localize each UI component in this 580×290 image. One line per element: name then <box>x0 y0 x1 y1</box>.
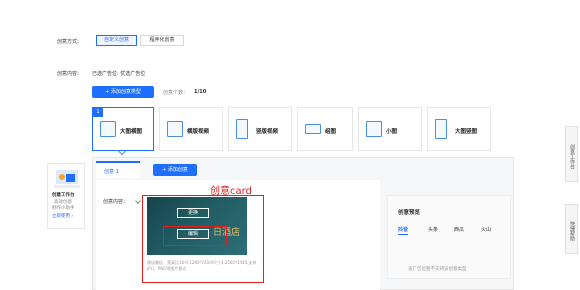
preview-tab-toutiao[interactable]: 头条 <box>428 226 438 233</box>
side-tab-workbench[interactable]: 创意工作台 <box>565 126 578 182</box>
type-card-small[interactable]: 小图 <box>358 107 422 151</box>
type-label: 小图 <box>386 129 398 135</box>
tab-label: 创意 1 <box>104 169 119 175</box>
preview-message: 该广告位暂不支持该创意类型 <box>408 267 467 272</box>
assistant-illustration <box>54 170 80 188</box>
count-label: 创意个数： <box>163 90 189 96</box>
type-card-large-horizontal[interactable]: 1 大图横图 <box>92 107 154 156</box>
add-creative-button[interactable]: + 添加创意 <box>153 164 197 176</box>
assistant-card[interactable]: 创意工作台 高效创意 制作小助手 立即使用 › <box>47 163 85 229</box>
mode-label: 创意方式： <box>57 39 83 45</box>
side-tab-workbench-label: 创意工作台 <box>569 143 575 169</box>
preview-tab-huoshan[interactable]: 火山 <box>481 226 491 233</box>
image-group-icon <box>305 124 321 134</box>
image-landscape-icon <box>100 121 116 137</box>
type-card-large-vertical[interactable]: 大图竖图 <box>427 107 491 151</box>
preview-tab-douyin[interactable]: 抖音 <box>398 226 408 233</box>
type-badge: 1 <box>93 108 103 117</box>
content-label: 创意内容： <box>57 71 83 77</box>
preview-panel: 创意预览 抖音 头条 西瓜 火山 该广告位暂不支持该创意类型 <box>387 195 511 279</box>
chevron-down-icon <box>117 146 127 156</box>
type-label: 大图竖图 <box>455 129 478 135</box>
type-card-horizontal-video[interactable]: 横版视频 <box>159 107 223 151</box>
type-label: 横版视频 <box>187 129 210 135</box>
type-label: 组图 <box>325 129 337 135</box>
count-value: 1/10 <box>194 89 207 95</box>
side-tab-help-label: 快捷帮助 <box>569 221 575 241</box>
creative-content-label: 创意内容： <box>103 199 129 205</box>
content-value: 已选广告位: 优选广告位 <box>92 71 146 77</box>
add-type-button[interactable]: + 添加创意类型 <box>92 86 154 98</box>
assistant-desc-2: 制作小助手 <box>52 206 75 211</box>
annotation-edit-box <box>163 226 227 246</box>
assistant-link[interactable]: 立即使用 › <box>52 213 73 219</box>
image-vertical-icon <box>435 119 447 139</box>
preview-tab-xigua[interactable]: 西瓜 <box>454 226 464 233</box>
image-small-icon <box>366 121 382 137</box>
side-tab-help[interactable]: 快捷帮助 <box>565 204 578 254</box>
type-card-vertical-video[interactable]: 竖版视频 <box>228 107 292 151</box>
tab-underline <box>398 234 408 235</box>
preview-title: 创意预览 <box>398 210 421 216</box>
type-label: 竖版视频 <box>256 129 279 135</box>
tab-creative-1[interactable]: 创意 1 <box>96 161 140 178</box>
type-label: 大图横图 <box>120 129 143 135</box>
assistant-title: 创意工作台 <box>52 193 75 198</box>
mode-option-custom[interactable]: 自定义创意 <box>96 35 137 46</box>
replace-button[interactable]: 更换 <box>177 208 209 218</box>
video-vertical-icon <box>236 119 248 139</box>
type-card-group[interactable]: 组图 <box>297 107 353 151</box>
upload-hint: 建议最佳：宽高比16:9,1280*720/4尺寸4,2560*1440,支持J… <box>147 260 257 271</box>
video-horizontal-icon <box>167 121 183 137</box>
mode-option-program[interactable]: 程序化创意 <box>140 35 184 46</box>
